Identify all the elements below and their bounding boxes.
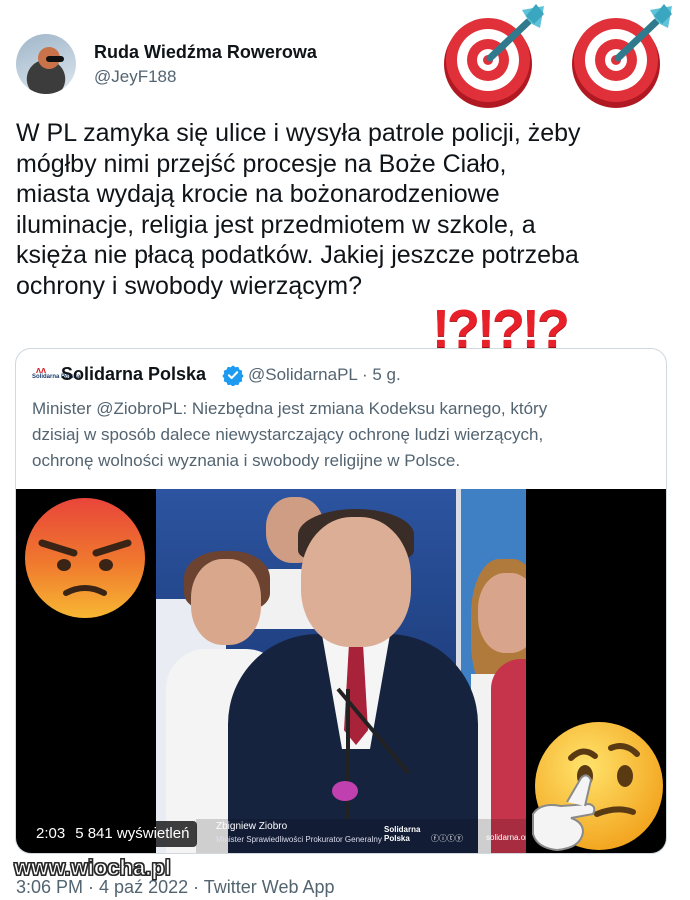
quoted-avatar-logo[interactable]: ʌʌ Solidarna Polska	[32, 365, 80, 385]
lower-third-name: Zbigniew Ziobro	[216, 821, 288, 832]
verified-badge-icon	[222, 365, 244, 386]
thinking-face-emoji	[532, 722, 663, 852]
quoted-display-name[interactable]: Solidarna Polska	[61, 364, 206, 385]
author-handle[interactable]: @JeyF188	[94, 67, 176, 87]
avatar-sunglasses	[46, 56, 64, 62]
target-with-dart-icon	[444, 4, 544, 108]
quoted-text: Minister @ZiobroPL: Niezbędna jest zmian…	[32, 399, 548, 470]
author-display-name[interactable]: Ruda Wiedźma Rowerowa	[94, 42, 317, 63]
video-views: 5 841 wyświetleń	[75, 825, 190, 842]
target-with-dart-icon	[572, 4, 672, 108]
watermark: www.wiocha.pl	[14, 855, 172, 881]
author-avatar[interactable]	[16, 34, 76, 94]
quoted-handle-time[interactable]: @SolidarnaPL · 5 g.	[248, 365, 401, 385]
social-icons: ⓕⓘⓣⓨ	[431, 834, 463, 843]
lower-third-logo: Solidarna Polska	[384, 825, 421, 843]
lower-third-title: Minister Sprawiedliwości Prokurator Gene…	[216, 835, 382, 844]
video-frame: Zbigniew Ziobro Minister Sprawiedliwości…	[156, 489, 526, 853]
video-duration: 2:03	[36, 825, 66, 842]
video-stats-badge: 2:03 5 841 wyświetleń	[28, 821, 198, 847]
lower-third-url: solidarna.org	[486, 833, 526, 842]
angry-face-emoji	[25, 498, 145, 618]
tweet-text: W PL zamyka się ulice i wysyła patrole p…	[16, 119, 581, 300]
